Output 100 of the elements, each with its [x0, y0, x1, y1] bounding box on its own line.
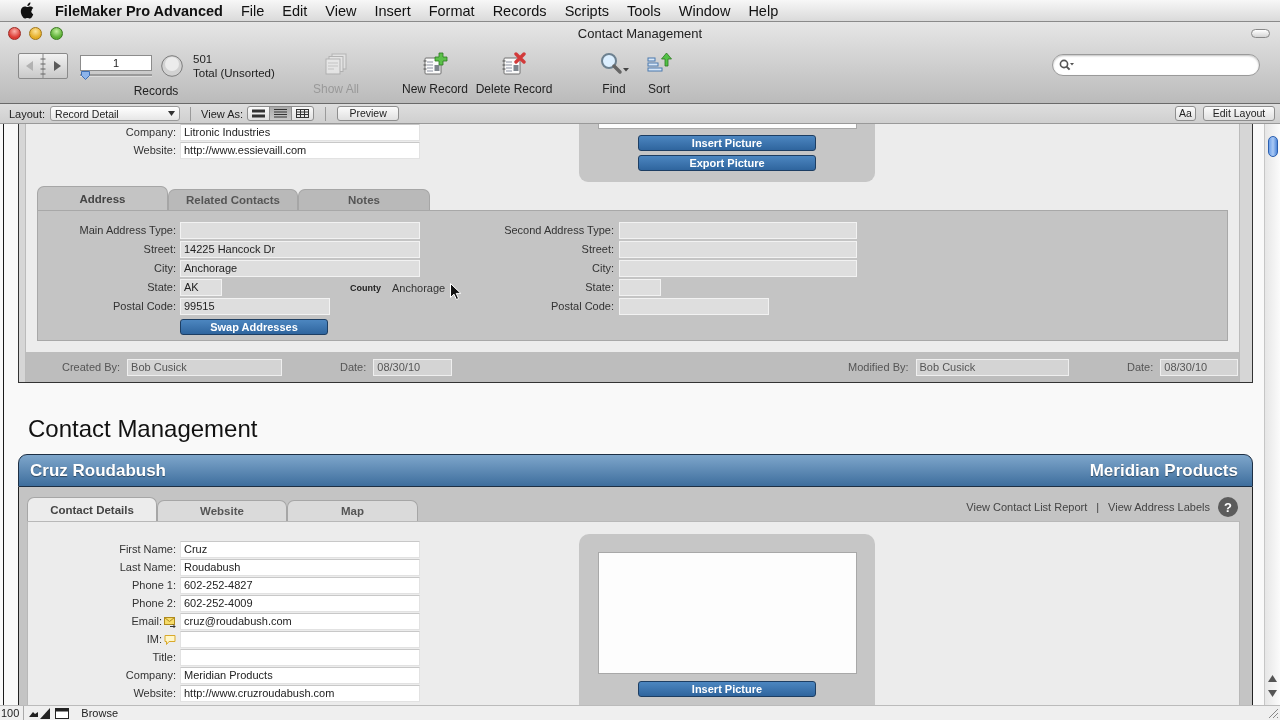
found-status: Total (Unsorted) — [193, 66, 275, 80]
tab[interactable]: Map — [287, 500, 418, 521]
text-field[interactable]: Roudabush — [180, 559, 420, 576]
report-link[interactable]: View Contact List Report — [966, 501, 1088, 513]
field-label: Last Name: — [119, 560, 176, 575]
address-field[interactable]: AK — [180, 279, 222, 296]
footer-label: Date: — [340, 361, 367, 373]
search-icon — [1059, 59, 1075, 71]
field-label: Main Address Type: — [79, 223, 176, 238]
minimize-button[interactable] — [29, 26, 42, 40]
field-label: Phone 1: — [131, 578, 176, 593]
record-slider-track[interactable] — [80, 74, 152, 77]
view-mode-button[interactable] — [269, 106, 293, 121]
menu-item[interactable]: Insert — [365, 2, 420, 19]
resize-grip-icon[interactable] — [1268, 707, 1279, 719]
field-label: Street: — [581, 242, 614, 257]
text-field[interactable]: Meridian Products — [180, 667, 420, 684]
text-field[interactable]: Litronic Industries — [180, 124, 420, 141]
county-value: Anchorage — [392, 281, 446, 294]
toolbar-button[interactable]: Sort — [639, 52, 679, 96]
footer-field[interactable]: 08/30/10 — [373, 358, 452, 376]
address-field[interactable] — [619, 222, 857, 239]
menu-item[interactable]: Tools — [617, 2, 670, 19]
text-field[interactable]: cruz@roudabush.com — [180, 613, 420, 630]
tab[interactable]: Contact Details — [27, 497, 157, 521]
text-field[interactable]: 602-252-4009 — [180, 595, 420, 612]
address-field[interactable] — [180, 222, 420, 239]
magnifier-icon — [598, 52, 630, 76]
tab[interactable]: Website — [157, 500, 287, 521]
help-button[interactable]: ? — [1218, 497, 1238, 517]
footer-label: Created By: — [62, 361, 121, 373]
menu-item[interactable]: Help — [739, 2, 788, 19]
menu-item[interactable]: Scripts — [555, 2, 618, 19]
field-label: Second Address Type: — [504, 223, 614, 238]
menu-item[interactable]: File — [231, 2, 274, 19]
edit-layout-button[interactable]: Edit Layout — [1203, 106, 1275, 121]
zoom-button[interactable] — [50, 26, 63, 40]
zoom-level[interactable]: 100 — [0, 706, 25, 720]
report-link[interactable]: View Address Labels — [1108, 501, 1210, 513]
list-view-icon — [274, 109, 288, 118]
address-field[interactable] — [619, 260, 857, 277]
close-button[interactable] — [8, 26, 21, 40]
text-field[interactable]: Cruz — [180, 541, 420, 558]
view-mode-button[interactable] — [247, 106, 271, 121]
layout-label: Layout: — [9, 107, 46, 120]
field-label: Company: — [125, 668, 176, 683]
large-triangle-icon[interactable] — [40, 707, 52, 719]
small-mountain-icon[interactable] — [29, 709, 39, 717]
footer-label: Modified By: — [848, 361, 909, 373]
text-field[interactable] — [180, 649, 420, 666]
text-field[interactable]: http://www.essievaill.com — [180, 142, 420, 159]
toolbar-button[interactable]: Delete Record — [472, 52, 556, 96]
toolbar-toggle-button[interactable] — [1251, 28, 1270, 38]
text-field[interactable]: http://www.cruzroudabush.com — [180, 685, 420, 702]
text-field[interactable]: 602-252-4827 — [180, 577, 420, 594]
tab[interactable]: Notes — [298, 189, 430, 210]
view-mode-button[interactable] — [291, 106, 315, 121]
field-label: City: — [154, 261, 176, 276]
field-label: Email: — [131, 614, 162, 629]
tab[interactable]: Address — [37, 186, 168, 210]
scrollbar-thumb[interactable] — [1267, 136, 1278, 157]
vertical-scrollbar[interactable] — [1264, 124, 1280, 705]
preview-button[interactable]: Preview — [337, 106, 400, 121]
menu-item[interactable]: Window — [669, 2, 740, 19]
layout-heading: Contact Management — [28, 415, 259, 443]
address-field[interactable]: 14225 Hancock Dr — [180, 241, 420, 258]
apple-logo-icon[interactable] — [20, 2, 34, 19]
menu-item[interactable]: Format — [419, 2, 484, 19]
address-field[interactable] — [619, 298, 769, 315]
envelope-icon — [164, 615, 176, 628]
text-size-button[interactable]: Aa — [1175, 106, 1196, 121]
toolbar-button[interactable]: Find — [594, 52, 634, 96]
menu-item[interactable]: View — [316, 2, 366, 19]
picture-button[interactable]: Insert Picture — [638, 681, 816, 697]
picture-button[interactable]: Export Picture — [638, 155, 816, 171]
text-field[interactable] — [180, 631, 420, 648]
footer-field[interactable]: 08/30/10 — [1160, 358, 1238, 376]
scroll-down-arrow-icon[interactable] — [1268, 689, 1277, 697]
window-frame-icon[interactable] — [55, 707, 70, 719]
address-field[interactable]: Anchorage — [180, 260, 420, 277]
picture-button[interactable]: Insert Picture — [638, 135, 816, 151]
address-field[interactable] — [619, 279, 661, 296]
app-name-menu[interactable]: FileMaker Pro Advanced — [55, 2, 223, 19]
layout-dropdown[interactable]: Record Detail — [50, 106, 181, 121]
card-with-plus-icon — [422, 52, 448, 76]
county-label: County — [350, 282, 381, 293]
tab[interactable]: Related Contacts — [168, 189, 298, 210]
swap-addresses-button[interactable]: Swap Addresses — [180, 318, 328, 335]
menu-item[interactable]: Records — [483, 2, 556, 19]
address-field[interactable]: 99515 — [180, 298, 330, 315]
scroll-up-arrow-icon[interactable] — [1268, 675, 1277, 683]
toolbar-button[interactable]: New Record — [400, 52, 470, 96]
search-field[interactable] — [1052, 54, 1260, 76]
record-number-field[interactable]: 1 — [80, 55, 152, 71]
found-count: 501 — [193, 52, 214, 66]
footer-field[interactable]: Bob Cusick — [915, 358, 1069, 376]
mode-label: Browse — [81, 707, 119, 719]
footer-field[interactable]: Bob Cusick — [127, 358, 282, 376]
address-field[interactable] — [619, 241, 857, 258]
menu-item[interactable]: Edit — [273, 2, 317, 19]
